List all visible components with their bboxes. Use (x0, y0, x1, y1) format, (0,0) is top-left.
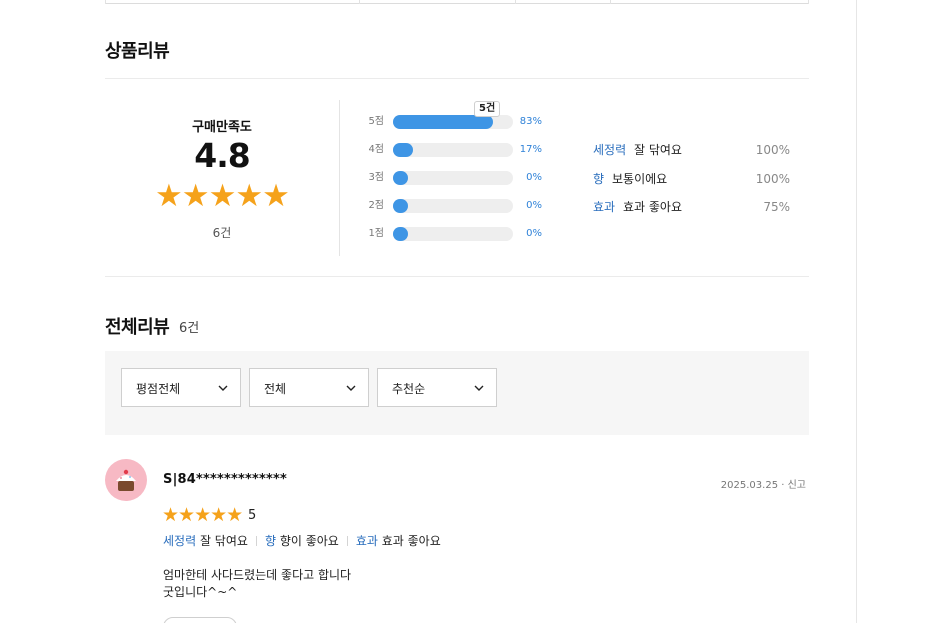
tag-separator (346, 536, 348, 546)
chevron-down-icon (474, 385, 484, 391)
chevron-down-icon (218, 385, 228, 391)
helpful-button[interactable] (163, 617, 237, 623)
rating-bar-4: 4점 17% (355, 143, 555, 157)
attribute-percent: 100% (755, 172, 790, 186)
rating-bar-percent: 17% (519, 144, 542, 155)
rating-bar-label: 4점 (368, 144, 384, 155)
rating-bar-5: 5점 83% (355, 115, 555, 129)
satisfaction-summary: 구매만족도 4.8 ★★★★★ 6건 (105, 100, 339, 256)
attribute-row-cleaning: 세정력 잘 닦여요 100% (593, 142, 793, 158)
table-column-line (808, 0, 809, 4)
dropdown-label: 평점전체 (136, 382, 181, 396)
divider (105, 276, 809, 277)
all-reviews-title: 전체리뷰 (105, 317, 170, 338)
rating-bar-label: 1점 (368, 228, 384, 239)
satisfaction-label: 구매만족도 (192, 120, 252, 135)
rating-bar-percent: 0% (526, 200, 542, 211)
table-column-line (515, 0, 516, 4)
rating-bar-label: 2점 (368, 200, 384, 211)
rating-bar-label: 5점 (368, 116, 384, 127)
rating-bar-track (393, 143, 513, 157)
review-filter-bar: 평점전체 전체 추천순 (105, 351, 809, 435)
rating-bar-fill (393, 199, 408, 213)
sort-dropdown[interactable]: 추천순 (377, 368, 497, 407)
attribute-name: 향 (593, 172, 605, 186)
review-body: 엄마한테 사다드렸는데 좋다고 합니다 굿입니다^~^ (163, 567, 351, 601)
table-column-line (359, 0, 360, 4)
rating-bar-3: 3점 0% (355, 171, 555, 185)
attribute-value: 잘 닦여요 (634, 143, 682, 157)
chevron-down-icon (346, 385, 356, 391)
tag-separator (255, 536, 257, 546)
attribute-value: 보통이에요 (612, 172, 668, 186)
tag-value: 잘 닦여요 (199, 534, 248, 548)
rating-bar-1: 1점 0% (355, 227, 555, 241)
review-score: 5 (248, 508, 257, 523)
attribute-row-effect: 효과 효과 좋아요 75% (593, 199, 793, 215)
review-count: 6건 (212, 226, 232, 240)
rating-bar-track (393, 171, 513, 185)
cupcake-icon (116, 469, 136, 491)
tag-key: 효과 (355, 534, 378, 548)
avatar (105, 459, 147, 501)
table-column-line (105, 0, 106, 4)
table-column-line (610, 0, 611, 4)
summary-divider (339, 100, 340, 256)
type-filter-dropdown[interactable]: 전체 (249, 368, 369, 407)
rating-bar-label: 3점 (368, 172, 384, 183)
star-rating-icon: ★★★★★ (162, 504, 243, 526)
star-rating-icon: ★★★★★ (155, 178, 290, 214)
rating-bar-track (393, 115, 513, 129)
rating-filter-dropdown[interactable]: 평점전체 (121, 368, 241, 407)
tag-key: 향 (264, 534, 276, 548)
rating-bar-fill (393, 227, 408, 241)
attribute-name: 세정력 (593, 143, 627, 157)
rating-bar-fill (393, 171, 408, 185)
review-date[interactable]: 2025.03.25 · 신고 (721, 476, 806, 491)
rating-tooltip: 5건 (474, 101, 501, 117)
attribute-value: 효과 좋아요 (623, 200, 683, 214)
rating-bar-percent: 0% (526, 172, 542, 183)
rating-bar-percent: 0% (526, 228, 542, 239)
rating-bar-track (393, 199, 513, 213)
review-section-title: 상품리뷰 (105, 41, 170, 62)
attribute-percent: 100% (755, 143, 790, 157)
rating-bar-fill (393, 115, 493, 129)
tag-value: 향이 좋아요 (279, 534, 339, 548)
review-text-line: 굿입니다^~^ (163, 585, 238, 599)
table-bottom-edge (105, 0, 809, 4)
review-tags: 세정력 잘 닦여요 향 향이 좋아요 효과 효과 좋아요 (163, 533, 441, 549)
divider (105, 78, 809, 79)
rating-bar-percent: 83% (519, 116, 542, 127)
tag-value: 효과 좋아요 (381, 534, 441, 548)
rating-bar-track (393, 227, 513, 241)
rating-bar-2: 2점 0% (355, 199, 555, 213)
reviewer-name: S|84************* (163, 472, 287, 487)
attribute-row-scent: 향 보통이에요 100% (593, 171, 793, 187)
tag-key: 세정력 (163, 534, 197, 548)
attribute-percent: 75% (763, 200, 790, 214)
satisfaction-score: 4.8 (194, 136, 250, 175)
attribute-name: 효과 (593, 200, 616, 214)
review-text-line: 엄마한테 사다드렸는데 좋다고 합니다 (163, 568, 352, 582)
dropdown-label: 전체 (264, 382, 287, 396)
dropdown-label: 추천순 (392, 382, 426, 396)
rating-bar-fill (393, 143, 413, 157)
all-reviews-count: 6건 (179, 321, 200, 336)
page-edge-divider (856, 0, 857, 623)
